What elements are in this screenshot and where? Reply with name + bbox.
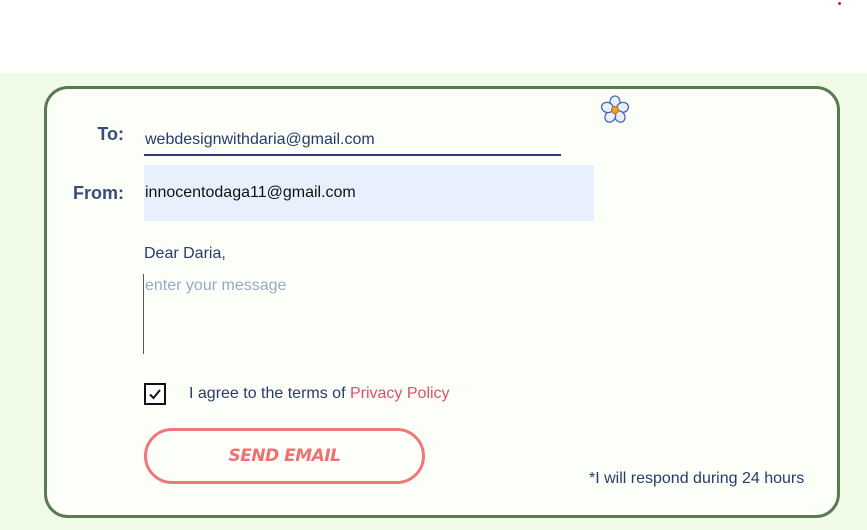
- to-label: To:: [97, 124, 124, 144]
- agree-terms-text: I agree to the terms of Privacy Policy: [189, 385, 450, 403]
- message-greeting: Dear Daria,: [144, 245, 226, 262]
- agree-checkbox[interactable]: [144, 383, 166, 405]
- from-email-field[interactable]: [144, 165, 594, 221]
- send-email-button[interactable]: SEND EMAIL: [144, 428, 425, 484]
- flower-icon: [600, 95, 630, 123]
- from-label: From:: [73, 183, 124, 203]
- corner-dot: [838, 2, 841, 5]
- to-email-field[interactable]: [144, 117, 561, 156]
- message-textarea[interactable]: [143, 274, 703, 354]
- check-mark-icon: [149, 389, 161, 400]
- agree-text-label: I agree to the terms of: [189, 385, 350, 402]
- privacy-policy-link[interactable]: Privacy Policy: [350, 385, 450, 402]
- respond-note: *I will respond during 24 hours: [589, 470, 805, 487]
- top-area: [0, 0, 867, 73]
